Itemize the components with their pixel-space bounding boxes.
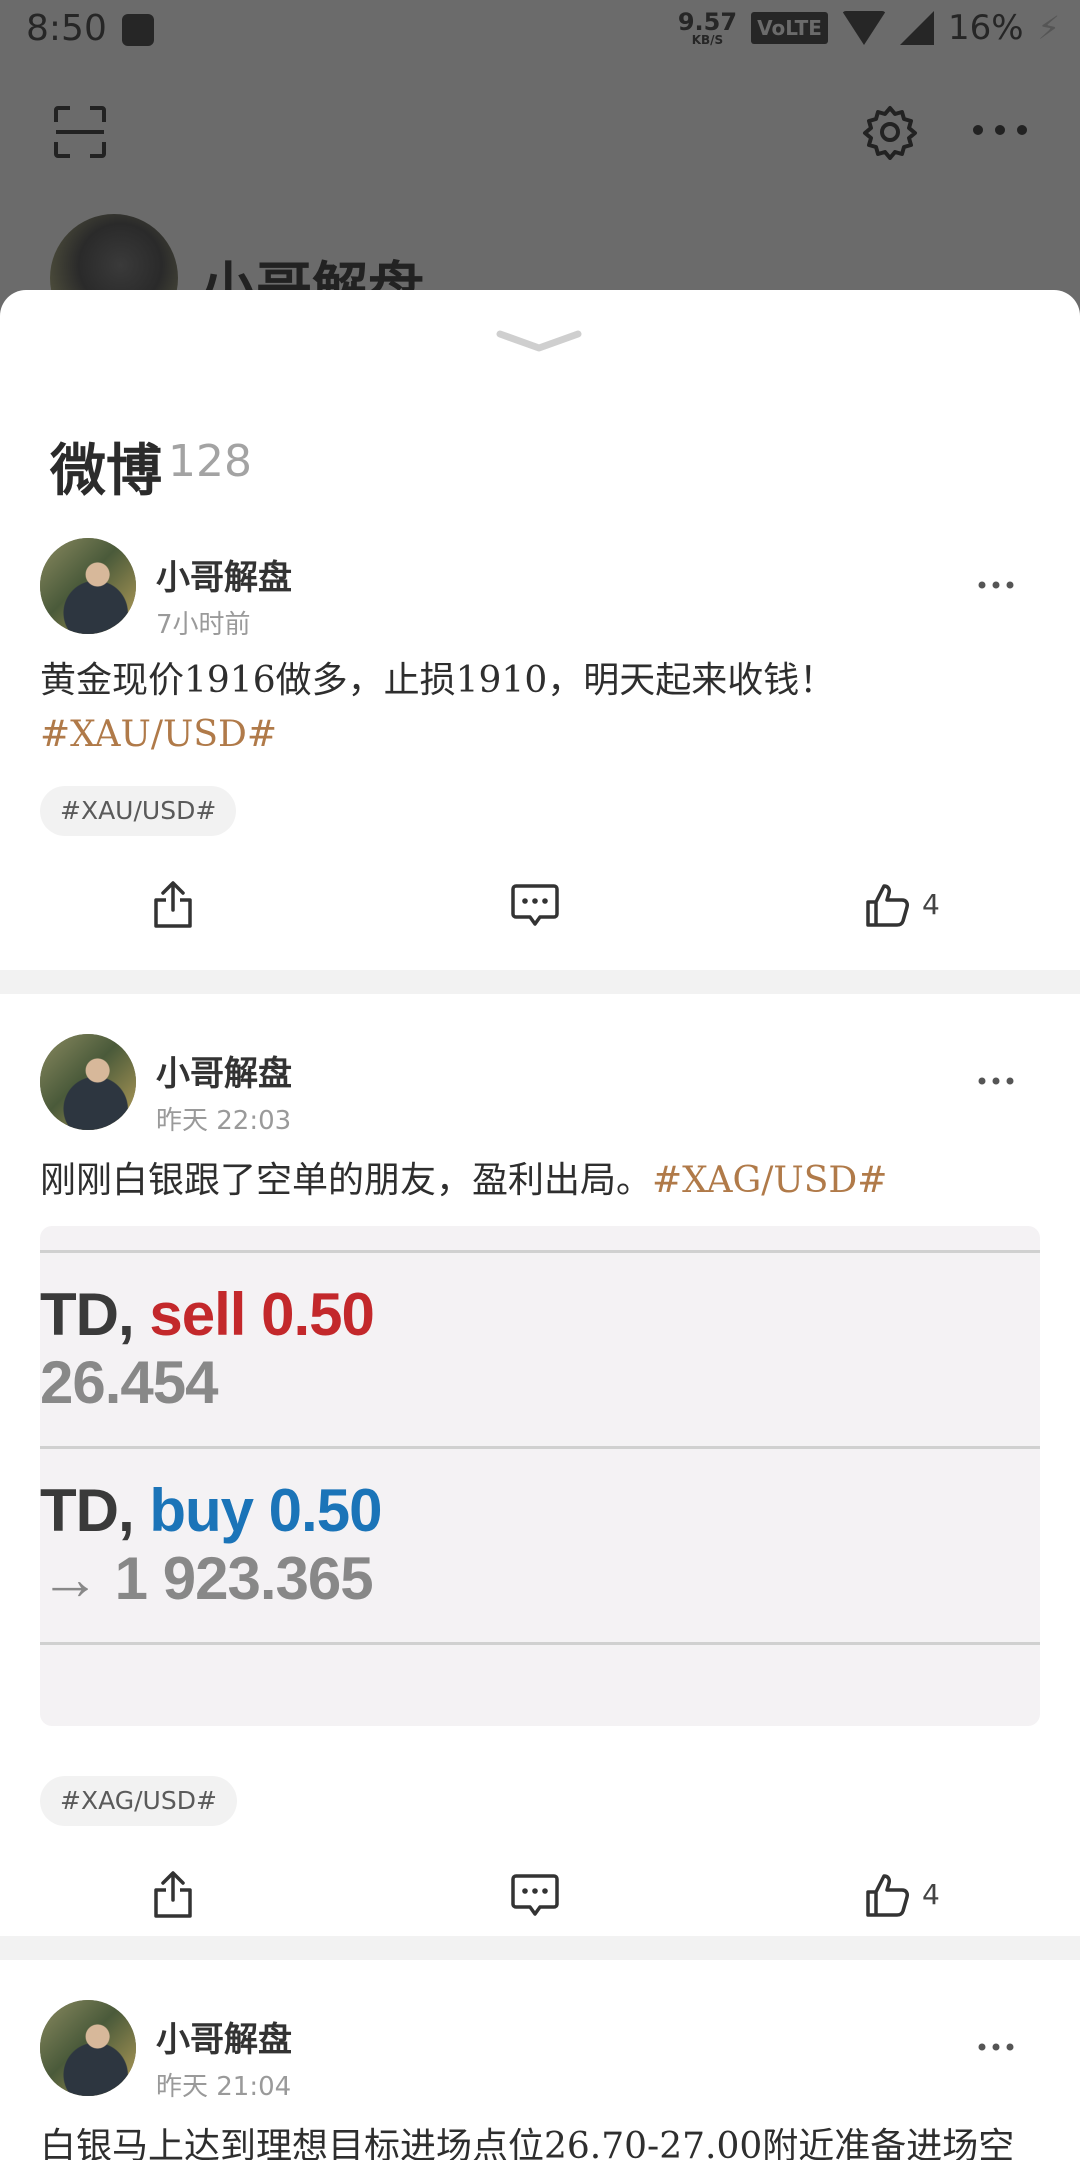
more-icon[interactable]: [978, 580, 1014, 590]
trade-line-2: TD, buy 0.50: [40, 1476, 382, 1545]
network-speed-value: 9.57: [677, 8, 738, 36]
comment-icon[interactable]: [510, 1872, 560, 1918]
post-text: 白银马上达到理想目标进场点位26.70-27.00附近准备进场空: [40, 2120, 1040, 2160]
trade-2-action: buy 0.50: [149, 1477, 382, 1544]
post-time: 昨天 21:04: [156, 2072, 292, 2102]
image-divider: [40, 1250, 1040, 1253]
post-author[interactable]: 小哥解盘: [156, 2012, 292, 2061]
sheet-title: 微博: [50, 439, 162, 504]
post-author[interactable]: 小哥解盘: [156, 1046, 292, 1095]
comment-icon[interactable]: [510, 882, 560, 928]
post-author[interactable]: 小哥解盘: [156, 550, 292, 599]
volte-icon: VoLTE: [751, 12, 828, 44]
more-icon[interactable]: [978, 1076, 1014, 1086]
avatar[interactable]: [40, 538, 136, 634]
status-time: 8:50: [26, 8, 107, 49]
more-icon[interactable]: [978, 2042, 1014, 2052]
chevron-down-icon[interactable]: [496, 328, 582, 354]
trade-1-action: sell 0.50: [149, 1281, 375, 1348]
status-bar: 8:50 9.57 KB/S VoLTE 16% ⚡: [0, 0, 1080, 64]
like-count: 4: [922, 1878, 940, 1911]
topic-chip[interactable]: #XAG/USD#: [40, 1776, 237, 1826]
post-divider: [0, 970, 1080, 994]
topic-chip[interactable]: #XAU/USD#: [40, 786, 237, 836]
post-divider: [0, 1936, 1080, 1960]
image-divider: [40, 1642, 1040, 1645]
trade-2-prefix: TD,: [40, 1477, 135, 1544]
avatar[interactable]: [40, 1034, 136, 1130]
weibo-sheet: 微博 128 小哥解盘 7小时前 黄金现价1916做多，止损1910，明天起来收…: [0, 290, 1080, 2160]
gear-icon[interactable]: [862, 104, 918, 160]
signal-icon: [899, 11, 934, 45]
thumbs-up-icon[interactable]: [864, 882, 910, 928]
more-icon[interactable]: [970, 118, 1030, 142]
share-icon[interactable]: [150, 880, 196, 930]
trade-1-prefix: TD,: [40, 1281, 135, 1348]
image-divider: [40, 1446, 1040, 1449]
post-image-trade-screenshot[interactable]: TD, sell 0.50 26.454 TD, buy 0.50 → 1 92…: [40, 1226, 1040, 1726]
wifi-icon: [841, 11, 886, 45]
post-item: 小哥解盘 7小时前 黄金现价1916做多，止损1910，明天起来收钱！ #XAU/…: [0, 530, 1080, 970]
notification-bag-icon: [122, 14, 154, 46]
post-hashtag[interactable]: #XAU/USD#: [40, 714, 277, 755]
post-time: 7小时前: [156, 610, 251, 640]
post-time: 昨天 22:03: [156, 1106, 292, 1136]
charging-icon: ⚡: [1037, 9, 1060, 47]
post-hashtag[interactable]: #XAG/USD#: [652, 1160, 887, 1201]
scan-icon[interactable]: [52, 104, 108, 160]
post-count: 128: [168, 436, 252, 487]
network-speed-unit: KB/S: [691, 33, 724, 47]
background-profile-header: 8:50 9.57 KB/S VoLTE 16% ⚡ 小哥解盘: [0, 0, 1080, 342]
trade-2-price: → 1 923.365: [40, 1545, 374, 1612]
trade-line-1: TD, sell 0.50: [40, 1280, 375, 1349]
thumbs-up-icon[interactable]: [864, 1872, 910, 1918]
share-icon[interactable]: [150, 1870, 196, 1920]
like-count: 4: [922, 888, 940, 921]
post-text: 黄金现价1916做多，止损1910，明天起来收钱！ #XAU/USD#: [40, 654, 1040, 762]
post-text-body: 白银马上达到理想目标进场点位26.70-27.00附近准备进场空: [40, 2126, 1015, 2160]
post-item: 小哥解盘 昨天 21:04 白银马上达到理想目标进场点位26.70-27.00附…: [0, 1960, 1080, 2160]
trade-1-price: 26.454: [40, 1349, 219, 1416]
network-speed: 9.57 KB/S: [678, 10, 737, 46]
post-text-body: 刚刚白银跟了空单的朋友，盈利出局。: [40, 1160, 653, 1201]
post-text: 刚刚白银跟了空单的朋友，盈利出局。#XAG/USD#: [40, 1154, 1040, 1208]
status-indicators: 9.57 KB/S VoLTE 16% ⚡: [678, 8, 1060, 48]
post-text-body: 黄金现价1916做多，止损1910，明天起来收钱！: [40, 660, 836, 701]
avatar[interactable]: [40, 2000, 136, 2096]
battery-level: 16%: [947, 8, 1024, 48]
post-item: 小哥解盘 昨天 22:03 刚刚白银跟了空单的朋友，盈利出局。#XAG/USD#…: [0, 994, 1080, 1960]
